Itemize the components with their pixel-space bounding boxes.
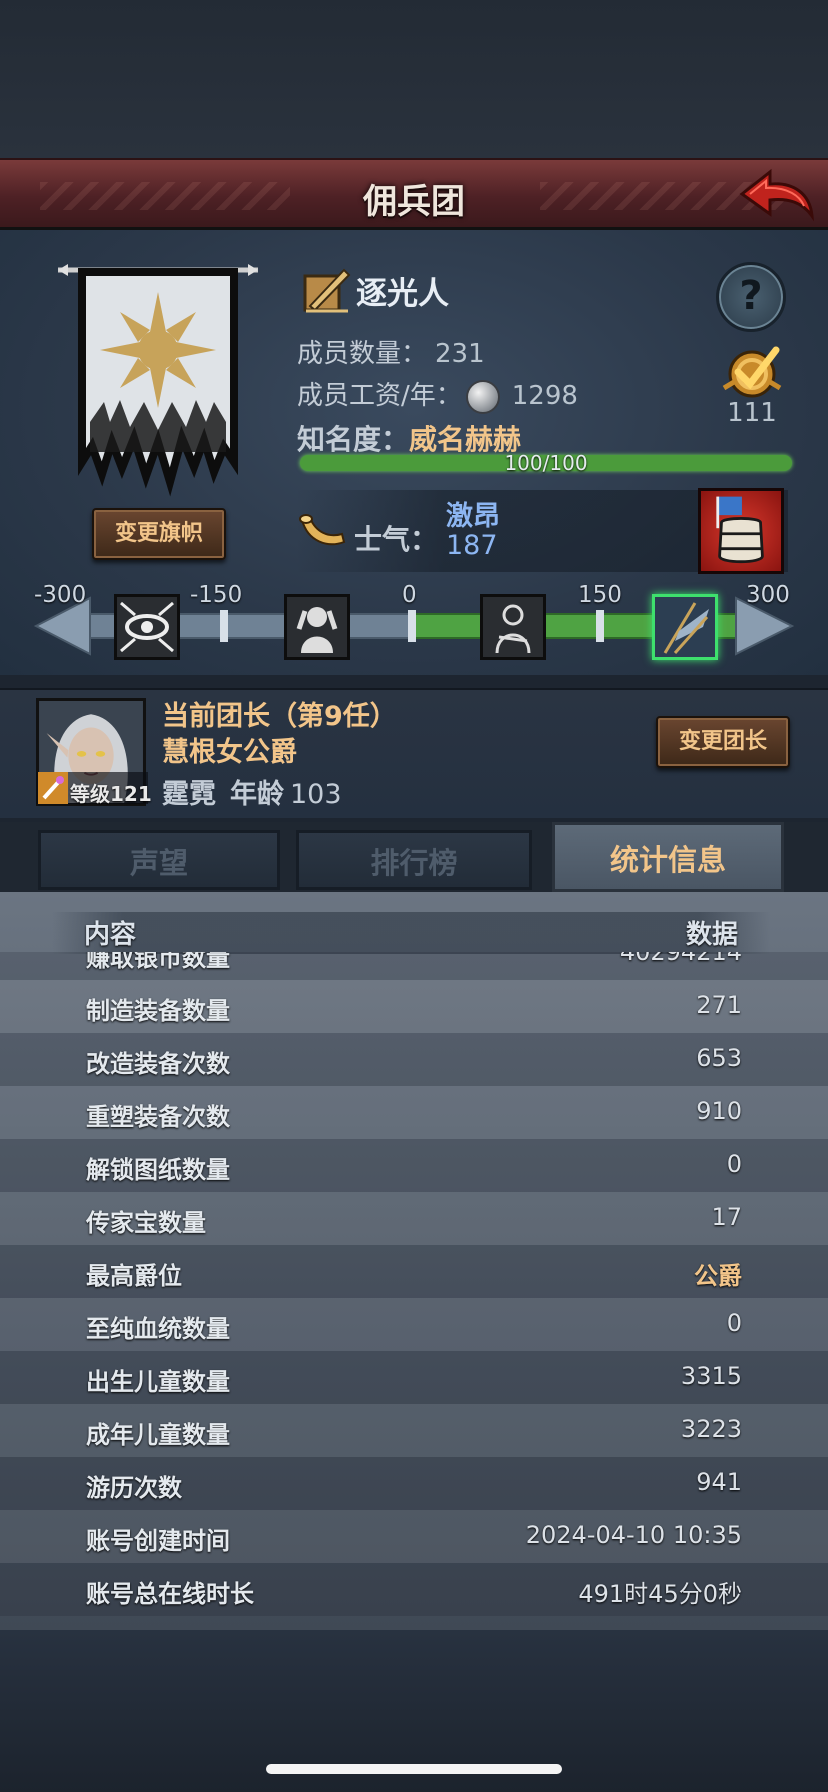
tab-statistics[interactable]: 统计信息	[552, 822, 784, 892]
stats-row-label: 重塑装备次数	[86, 1103, 230, 1131]
salary-value: 1298	[511, 381, 578, 411]
morale-level-eye-icon[interactable]	[114, 594, 180, 660]
tab-reputation[interactable]: 声望	[38, 830, 280, 890]
stats-row-label: 账号总在线时长	[86, 1580, 254, 1608]
stats-row-value: 271	[696, 991, 742, 1019]
leader-level: 等级121	[70, 782, 152, 806]
stats-row-label: 至纯血统数量	[86, 1315, 230, 1343]
morale-value: 187	[446, 530, 498, 561]
stats-row: 账号创建时间 2024-04-10 10:35	[0, 1510, 828, 1563]
change-flag-button[interactable]: 变更旗帜	[92, 508, 226, 560]
stats-header: 内容 数据	[52, 912, 770, 954]
stats-row: 出生儿童数量 3315	[0, 1351, 828, 1404]
fame-progress-text: 100/100	[504, 451, 588, 475]
stats-row-value: 910	[696, 1097, 742, 1125]
stats-row-value: 491时45分0秒	[578, 1580, 742, 1608]
stats-col-data: 数据	[685, 920, 738, 950]
stats-row: 解锁图纸数量 0	[0, 1139, 828, 1192]
stats-row: 改造装备次数 653	[0, 1033, 828, 1086]
scale-tick-neg: -150	[190, 582, 243, 608]
stats-row-label: 传家宝数量	[86, 1209, 206, 1237]
stats-row-value: 0	[726, 1309, 742, 1337]
scale-tick-pos: 150	[578, 582, 622, 608]
leader-age-value: 103	[290, 779, 342, 810]
stats-row: 游历次数 941	[0, 1457, 828, 1510]
stats-row-value: 653	[696, 1044, 742, 1072]
stats-row-label: 游历次数	[86, 1474, 182, 1502]
tab-leaderboard[interactable]: 排行榜	[296, 830, 532, 890]
title-bar: 佣兵团	[0, 158, 828, 230]
stats-row: 最高爵位 公爵	[0, 1245, 828, 1298]
stats-row: 成年儿童数量 3223	[0, 1404, 828, 1457]
stats-row-value: 3315	[680, 1362, 742, 1390]
scale-tick-max: 300	[746, 582, 790, 608]
member-count-row: 成员数量： 231	[297, 333, 485, 370]
barrel-icon[interactable]	[698, 488, 784, 574]
stats-row: 赚取银币数量 40294214	[0, 952, 828, 980]
stats-row-value: 941	[696, 1468, 742, 1496]
stats-list[interactable]: 赚取银币数量 40294214 制造装备数量 271 改造装备次数 653 重塑装备次…	[0, 952, 828, 1630]
stats-row-value: 2024-04-10 10:35	[525, 1521, 742, 1549]
morale-label: 士气：	[354, 523, 439, 556]
stats-row-label: 出生儿童数量	[86, 1368, 230, 1396]
stats-row-label: 解锁图纸数量	[86, 1156, 230, 1184]
guild-name: 逐光人	[356, 276, 449, 312]
leader-age-label: 年龄	[230, 779, 284, 810]
salary-row: 成员工资/年： 1298	[297, 375, 578, 414]
stats-row-value: 17	[711, 1203, 742, 1231]
stats-row-value: 公爵	[694, 1262, 742, 1290]
member-count-label: 成员数量：	[297, 339, 428, 369]
leader-trait: 霆霓	[162, 779, 216, 810]
help-icon[interactable]: ?	[716, 262, 786, 332]
stats-row: 传家宝数量 17	[0, 1192, 828, 1245]
stats-row: 重塑装备次数 910	[0, 1086, 828, 1139]
leader-info: 霆霓 年龄 103	[162, 772, 342, 811]
morale-level-rally-icon[interactable]	[652, 594, 718, 660]
stats-row-label: 制造装备数量	[86, 997, 230, 1025]
scale-tick-zero: 0	[402, 582, 417, 608]
stats-row-label: 账号创建时间	[86, 1527, 230, 1555]
rank-value: 111	[727, 398, 777, 428]
morale-level-calm-icon[interactable]	[480, 594, 546, 660]
scale-tick-min: -300	[34, 582, 87, 608]
stats-row-label: 最高爵位	[86, 1262, 182, 1290]
home-indicator[interactable]	[266, 1764, 562, 1774]
morale-level-despair-icon[interactable]	[284, 594, 350, 660]
stats-row-value: 0	[726, 1150, 742, 1178]
top-background	[0, 0, 828, 160]
horn-icon	[299, 514, 346, 546]
stats-row: 制造装备数量 271	[0, 980, 828, 1033]
silver-coin-icon	[465, 379, 500, 414]
morale-state: 激昂	[446, 501, 500, 532]
change-leader-button[interactable]: 变更团长	[656, 716, 790, 768]
salary-label: 成员工资/年：	[297, 381, 462, 411]
leader-name: 慧根女公爵	[162, 737, 297, 768]
stats-col-content: 内容	[84, 920, 137, 950]
member-count-value: 231	[435, 339, 485, 369]
stats-row-value: 40294214	[619, 952, 742, 966]
guild-banner	[58, 264, 258, 497]
rank-badge-icon[interactable]	[716, 344, 788, 400]
stats-row-value: 3223	[680, 1415, 742, 1443]
tab-bar: 声望 排行榜 统计信息	[0, 822, 828, 892]
stats-row: 至纯血统数量 0	[0, 1298, 828, 1351]
back-arrow-icon[interactable]	[736, 166, 816, 226]
stats-row-label: 改造装备次数	[86, 1050, 230, 1078]
stats-row: 账号总在线时长 491时45分0秒	[0, 1563, 828, 1616]
stats-row-label: 成年儿童数量	[86, 1421, 230, 1449]
stats-row-label: 赚取银币数量	[86, 952, 230, 972]
leader-title: 当前团长（第9任）	[162, 701, 397, 732]
page-title: 佣兵团	[363, 182, 465, 222]
quill-icon	[303, 268, 351, 313]
